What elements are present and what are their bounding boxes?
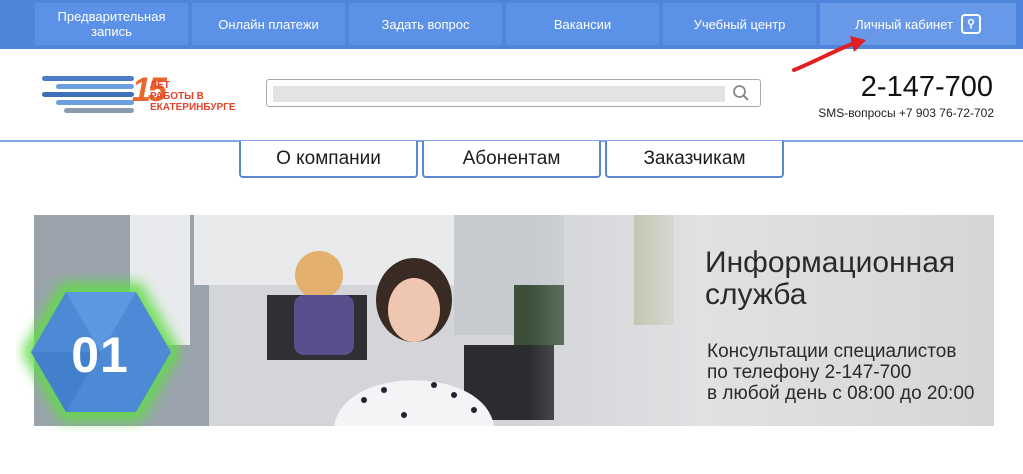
sms-contact: SMS-вопросы +7 903 76-72-702 [818,106,994,120]
nav-ask-question[interactable]: Задать вопрос [349,3,502,45]
nav-vacancies[interactable]: Вакансии [506,3,659,45]
logo-stripes-icon [42,76,134,113]
keyhole-icon [960,14,981,34]
logo-anniversary-text: ЛЕТ РАБОТЫ В ЕКАТЕРИНБУРГЕ [150,80,236,113]
search-icon[interactable] [732,84,750,102]
banner-description: Консультации специалистов по телефону 2-… [707,341,975,404]
search-box [266,79,761,107]
nav-online-payments[interactable]: Онлайн платежи [192,3,345,45]
nav-appointment[interactable]: Предварительная запись [35,3,188,45]
menu-subscribers[interactable]: Абонентам [422,141,601,178]
personal-cabinet-label: Личный кабинет [855,16,953,32]
slide-number: 01 [71,327,129,383]
contact-phone: 2-147-700 [860,71,993,103]
red-arrow-annotation [792,36,866,72]
menu-customers[interactable]: Заказчикам [605,141,784,178]
banner-title: Информационная служба [705,246,956,311]
menu-about-company[interactable]: О компании [239,141,418,178]
search-input[interactable] [273,86,725,102]
